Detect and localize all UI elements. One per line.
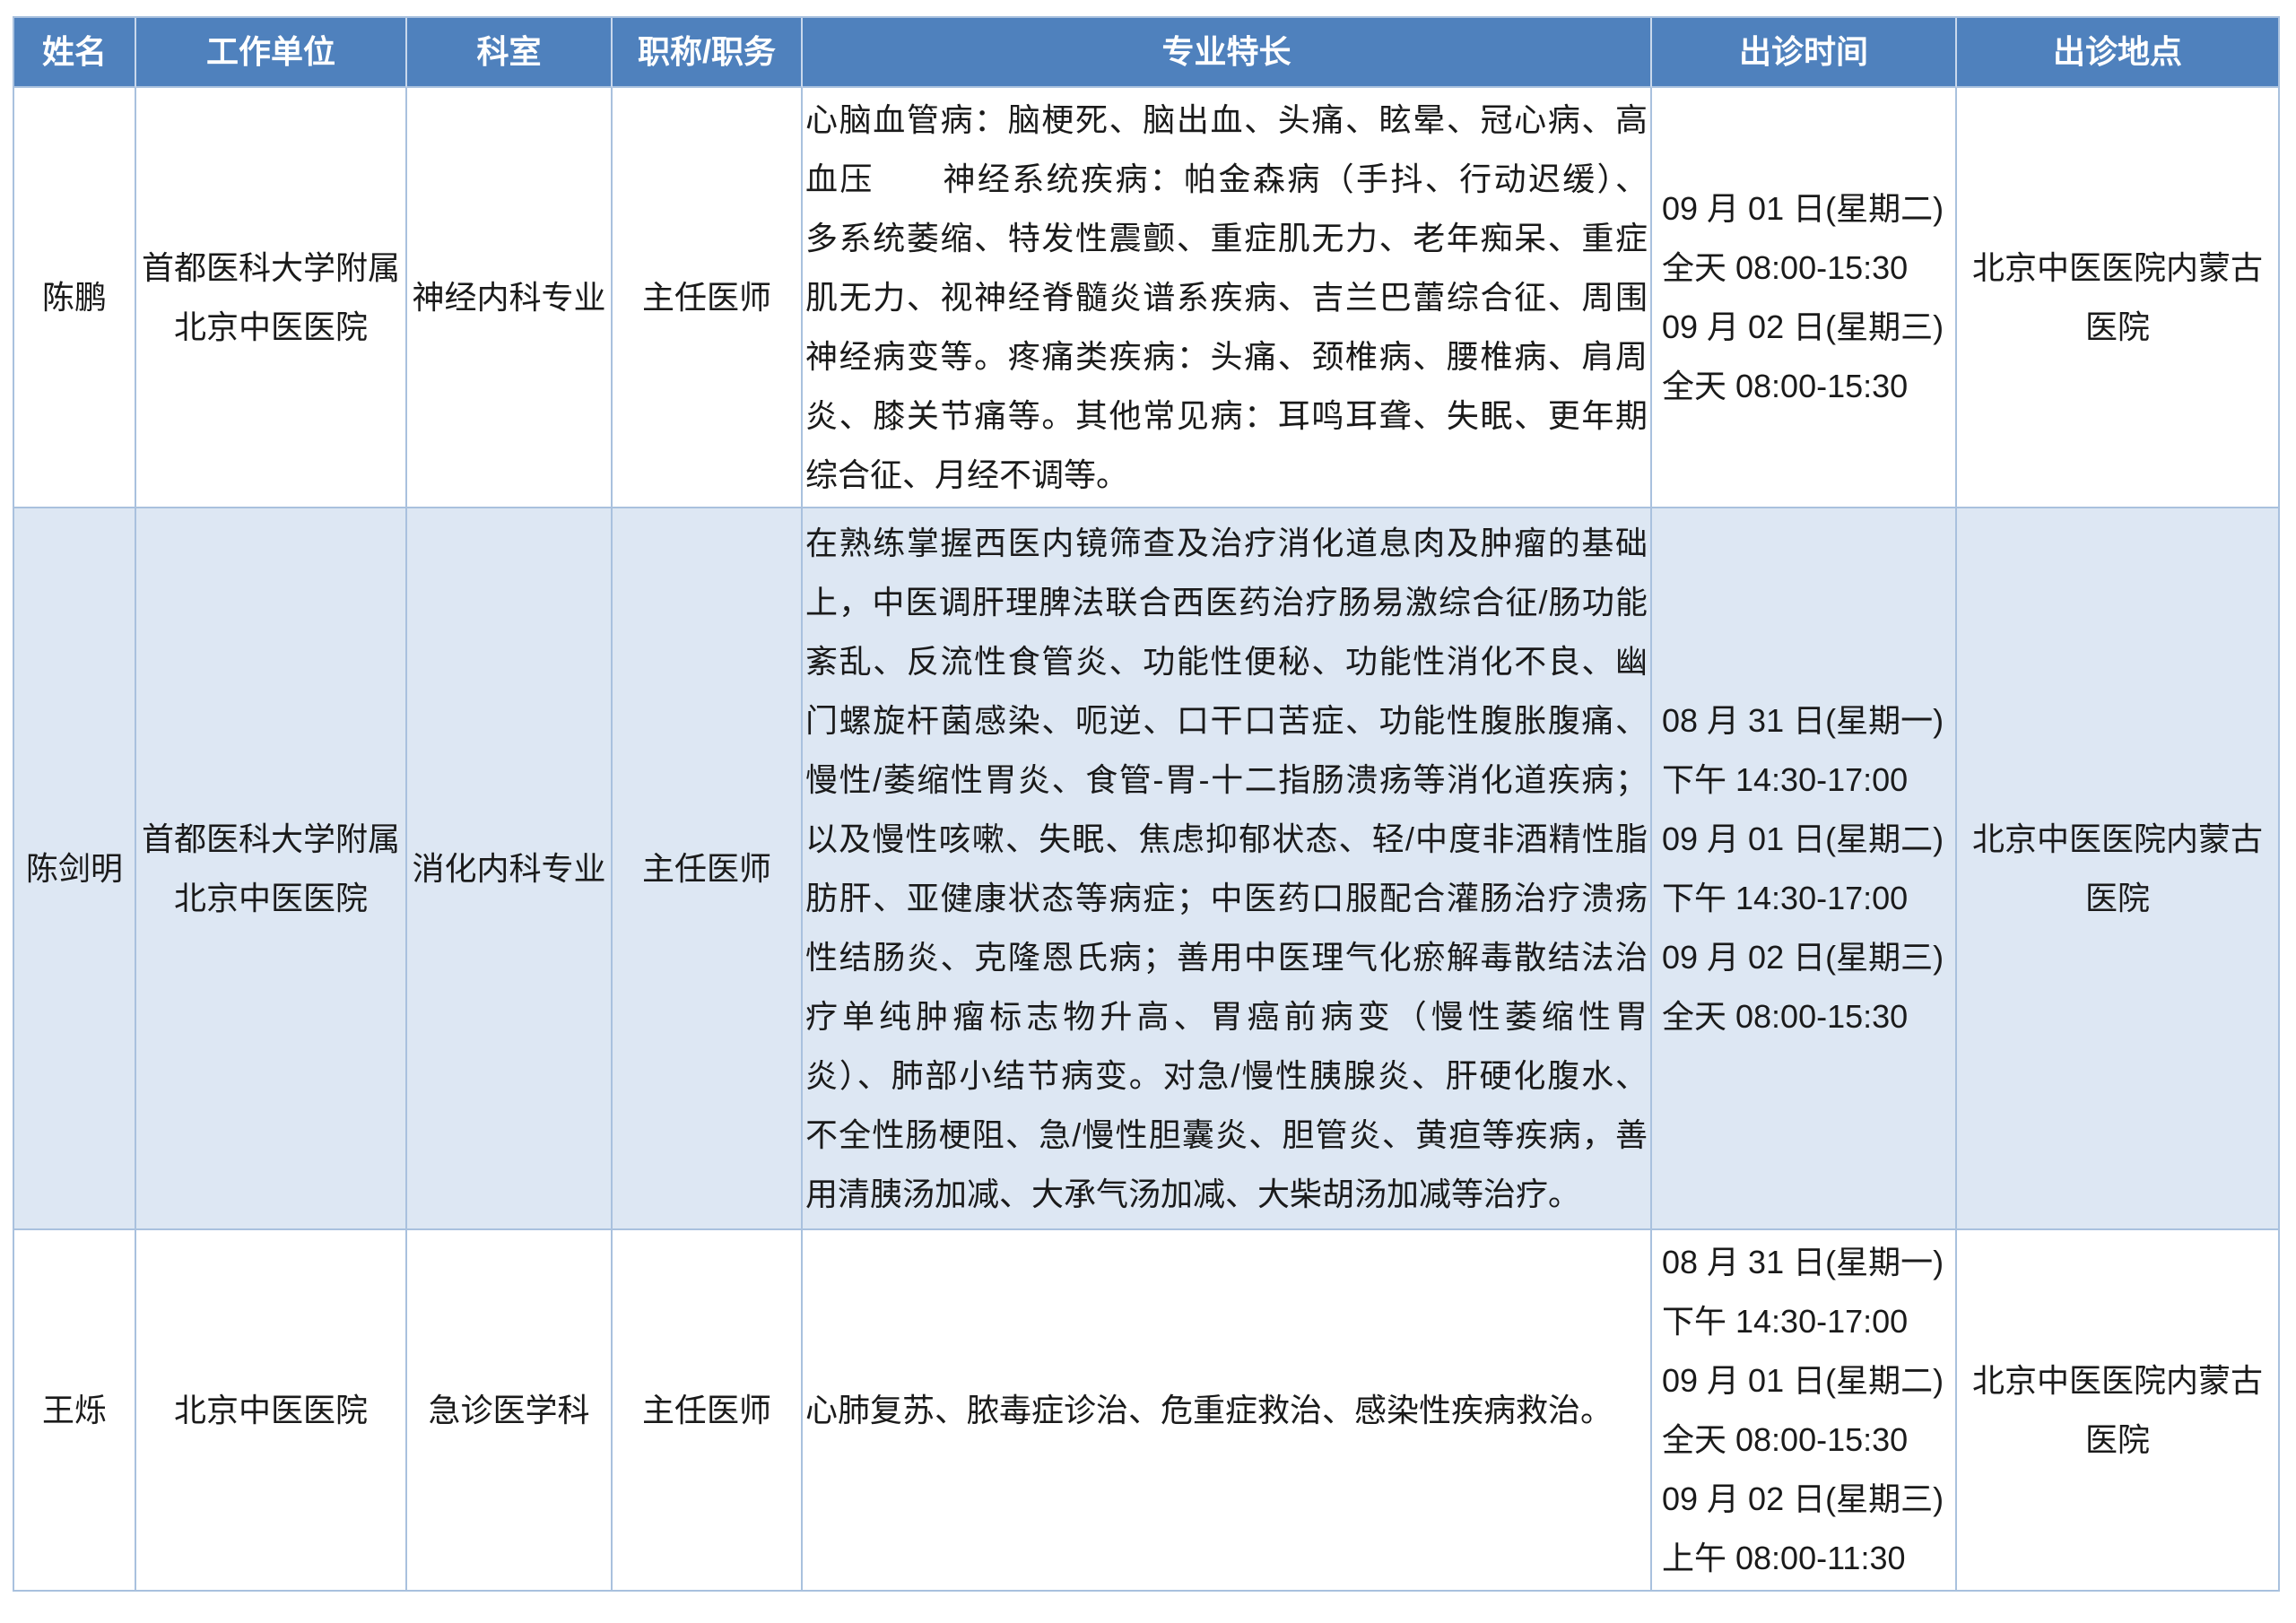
- header-title: 职称/职务: [613, 18, 803, 88]
- header-schedule: 出诊时间: [1652, 18, 1957, 88]
- cell-work-unit: 首都医科大学附属 北京中医医院: [136, 508, 407, 1230]
- header-specialty: 专业特长: [803, 18, 1652, 88]
- schedule-line: 全天 08:00-15:30: [1662, 1420, 1909, 1458]
- schedule-line: 上午 08:00-11:30: [1662, 1539, 1906, 1576]
- work-unit-line: 北京中医医院: [173, 308, 368, 345]
- cell-specialty: 心脑血管病：脑梗死、脑出血、头痛、眩晕、冠心病、高 血压 神经系统疾病：帕金森病…: [803, 88, 1652, 508]
- specialty-line: 疗单纯肿瘤标志物升高、胃癌前病变（慢性萎缩性胃: [805, 997, 1648, 1035]
- specialty-line: 门螺旋杆菌感染、呃逆、口干口苦症、功能性腹胀腹痛、: [805, 701, 1648, 739]
- header-name: 姓名: [14, 18, 136, 88]
- specialty-line: 多系统萎缩、特发性震颤、重症肌无力、老年痴呆、重症: [805, 219, 1648, 256]
- schedule-line: 09 月 02 日(星期三): [1662, 938, 1944, 976]
- cell-work-unit: 北京中医医院: [136, 1230, 407, 1592]
- specialty-line: 性结肠炎、克隆恩氏病；善用中医理气化瘀解毒散结法治: [805, 938, 1648, 976]
- schedule-line: 09 月 01 日(星期二): [1662, 1361, 1944, 1399]
- specialty-line: 用清胰汤加减、大承气汤加减、大柴胡汤加减等治疗。: [805, 1175, 1581, 1212]
- header-location: 出诊地点: [1957, 18, 2280, 88]
- schedule-line: 08 月 31 日(星期一): [1662, 1243, 1944, 1280]
- work-unit-line: 首都医科大学附属: [141, 248, 400, 286]
- table-header-row: 姓名 工作单位 科室 职称/职务 专业特长 出诊时间 出诊地点: [14, 18, 2280, 88]
- cell-department: 急诊医学科: [407, 1230, 613, 1592]
- cell-work-unit: 首都医科大学附属 北京中医医院: [136, 88, 407, 508]
- cell-title: 主任医师: [613, 88, 803, 508]
- table-row: 陈鹏 首都医科大学附属 北京中医医院 神经内科专业 主任医师 心脑血管病：脑梗死…: [14, 88, 2280, 508]
- cell-schedule: 09 月 01 日(星期二) 全天 08:00-15:30 09 月 02 日(…: [1652, 88, 1957, 508]
- location-line: 北京中医医院内蒙古: [1971, 248, 2263, 286]
- cell-schedule: 08 月 31 日(星期一) 下午 14:30-17:00 09 月 01 日(…: [1652, 1230, 1957, 1592]
- schedule-line: 全天 08:00-15:30: [1662, 248, 1909, 286]
- schedule-line: 全天 08:00-15:30: [1662, 997, 1909, 1035]
- cell-specialty: 在熟练掌握西医内镜筛查及治疗消化道息肉及肿瘤的基础 上，中医调肝理脾法联合西医药…: [803, 508, 1652, 1230]
- specialty-line: 在熟练掌握西医内镜筛查及治疗消化道息肉及肿瘤的基础: [805, 524, 1648, 561]
- work-unit-line: 北京中医医院: [173, 879, 368, 916]
- location-line: 医院: [2084, 1420, 2150, 1458]
- cell-name: 陈剑明: [14, 508, 136, 1230]
- specialty-line: 神经病变等。疼痛类疾病：头痛、颈椎病、腰椎病、肩周: [805, 337, 1648, 375]
- cell-title: 主任医师: [613, 1230, 803, 1592]
- cell-location: 北京中医医院内蒙古 医院: [1957, 88, 2280, 508]
- schedule-line: 09 月 02 日(星期三): [1662, 1480, 1944, 1517]
- schedule-line: 09 月 01 日(星期二): [1662, 189, 1944, 227]
- table-row: 王烁 北京中医医院 急诊医学科 主任医师 心肺复苏、脓毒症诊治、危重症救治、感染…: [14, 1230, 2280, 1592]
- schedule-line: 09 月 01 日(星期二): [1662, 820, 1944, 857]
- location-line: 北京中医医院内蒙古: [1971, 820, 2263, 857]
- specialty-line: 综合征、月经不调等。: [805, 456, 1129, 493]
- cell-schedule: 08 月 31 日(星期一) 下午 14:30-17:00 09 月 01 日(…: [1652, 508, 1957, 1230]
- cell-name: 陈鹏: [14, 88, 136, 508]
- specialty-line: 慢性/萎缩性胃炎、食管-胃-十二指肠溃疡等消化道疾病；: [805, 760, 1648, 798]
- header-work-unit: 工作单位: [136, 18, 407, 88]
- specialty-line: 血压 神经系统疾病：帕金森病（手抖、行动迟缓）、: [805, 160, 1648, 197]
- work-unit-line: 首都医科大学附属: [141, 820, 400, 857]
- specialty-line: 心脑血管病：脑梗死、脑出血、头痛、眩晕、冠心病、高: [805, 100, 1648, 138]
- specialty-line: 心肺复苏、脓毒症诊治、危重症救治、感染性疾病救治。: [805, 1391, 1613, 1428]
- specialty-line: 以及慢性咳嗽、失眠、焦虑抑郁状态、轻/中度非酒精性脂: [805, 820, 1648, 857]
- schedule-line: 下午 14:30-17:00: [1662, 760, 1909, 798]
- specialty-line: 肌无力、视神经脊髓炎谱系疾病、吉兰巴蕾综合征、周围: [805, 278, 1648, 316]
- specialty-line: 炎）、肺部小结节病变。对急/慢性胰腺炎、肝硬化腹水、: [805, 1056, 1648, 1094]
- cell-title: 主任医师: [613, 508, 803, 1230]
- table-row: 陈剑明 首都医科大学附属 北京中医医院 消化内科专业 主任医师 在熟练掌握西医内…: [14, 508, 2280, 1230]
- doctor-schedule-table: 姓名 工作单位 科室 职称/职务 专业特长 出诊时间 出诊地点 陈鹏 首都医科大…: [13, 16, 2280, 1592]
- cell-location: 北京中医医院内蒙古 医院: [1957, 1230, 2280, 1592]
- specialty-line: 上，中医调肝理脾法联合西医药治疗肠易激综合征/肠功能: [805, 583, 1648, 621]
- specialty-line: 炎、膝关节痛等。其他常见病：耳鸣耳聋、失眠、更年期: [805, 396, 1648, 434]
- schedule-line: 下午 14:30-17:00: [1662, 1302, 1909, 1340]
- specialty-line: 肪肝、亚健康状态等病症；中医药口服配合灌肠治疗溃疡: [805, 879, 1648, 916]
- header-department: 科室: [407, 18, 613, 88]
- schedule-line: 下午 14:30-17:00: [1662, 879, 1909, 916]
- cell-department: 消化内科专业: [407, 508, 613, 1230]
- cell-specialty: 心肺复苏、脓毒症诊治、危重症救治、感染性疾病救治。: [803, 1230, 1652, 1592]
- work-unit-line: 北京中医医院: [173, 1391, 368, 1428]
- location-line: 医院: [2084, 879, 2150, 916]
- location-line: 北京中医医院内蒙古: [1971, 1361, 2263, 1399]
- location-line: 医院: [2084, 308, 2150, 345]
- schedule-line: 09 月 02 日(星期三): [1662, 308, 1944, 345]
- cell-department: 神经内科专业: [407, 88, 613, 508]
- schedule-line: 08 月 31 日(星期一): [1662, 701, 1944, 739]
- specialty-line: 紊乱、反流性食管炎、功能性便秘、功能性消化不良、幽: [805, 642, 1648, 680]
- cell-name: 王烁: [14, 1230, 136, 1592]
- cell-location: 北京中医医院内蒙古 医院: [1957, 508, 2280, 1230]
- specialty-line: 不全性肠梗阻、急/慢性胆囊炎、胆管炎、黄疸等疾病，善: [805, 1115, 1648, 1153]
- schedule-line: 全天 08:00-15:30: [1662, 367, 1909, 404]
